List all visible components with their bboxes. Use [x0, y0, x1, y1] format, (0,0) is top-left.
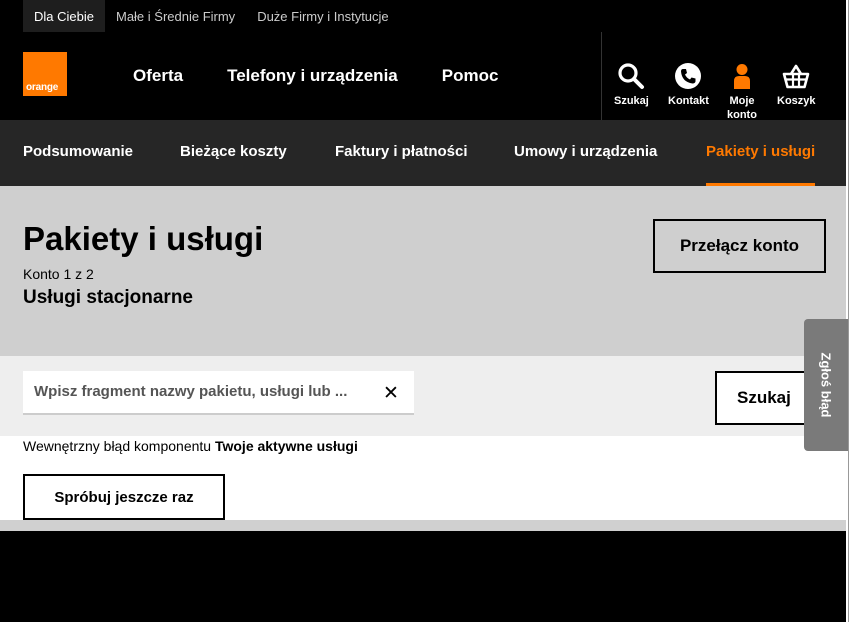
error-message: Wewnętrzny błąd komponentu Twoje aktywne…: [23, 438, 358, 454]
nav-help[interactable]: Pomoc: [442, 66, 499, 86]
contact-utility-label: Kontakt: [668, 95, 709, 107]
search-button[interactable]: Szukaj: [715, 371, 815, 425]
search-icon: [618, 63, 645, 89]
account-counter: Konto 1 z 2: [23, 266, 94, 282]
search-field: ✕: [23, 371, 414, 415]
subnav-packages-services[interactable]: Pakiety i usługi: [706, 120, 816, 186]
basket-icon: [782, 64, 810, 89]
phone-icon: [675, 63, 702, 89]
search-section: ✕ Szukaj: [0, 356, 856, 436]
subnav-contracts-devices[interactable]: Umowy i urządzenia: [514, 120, 657, 186]
search-input[interactable]: [34, 383, 369, 400]
logo-text: orange: [26, 82, 59, 93]
subnav-summary[interactable]: Podsumowanie: [23, 120, 133, 186]
contact-utility[interactable]: Kontakt: [668, 62, 709, 108]
segment-strip: Dla Ciebie Małe i Średnie Firmy Duże Fir…: [0, 0, 856, 32]
error-component-name: Twoje aktywne usługi: [214, 438, 358, 454]
my-account-line1: Moje: [729, 95, 755, 107]
segment-tab-enterprise[interactable]: Duże Firmy i Instytucje: [246, 0, 399, 32]
account-subnav: Podsumowanie Bieżące koszty Faktury i pł…: [0, 120, 856, 186]
report-bug-label: Zgłoś błąd: [818, 352, 834, 418]
retry-button[interactable]: Spróbuj jeszcze raz: [23, 474, 225, 520]
account-name: Usługi stacjonarne: [23, 287, 193, 308]
section-divider: [0, 520, 856, 531]
user-icon: [733, 64, 750, 89]
page-hero: Pakiety i usługi Konto 1 z 2 Usługi stac…: [0, 186, 856, 356]
clear-icon[interactable]: ✕: [383, 382, 399, 405]
segment-tab-personal[interactable]: Dla Ciebie: [23, 0, 105, 32]
my-account-utility[interactable]: Moje konto: [727, 62, 757, 122]
main-nav: Oferta Telefony i urządzenia Pomoc: [133, 66, 542, 86]
error-prefix: Wewnętrzny błąd komponentu: [23, 438, 212, 454]
search-utility-label: Szukaj: [614, 95, 649, 107]
content-area: Wewnętrzny błąd komponentu Twoje aktywne…: [0, 436, 856, 520]
cart-utility-label: Koszyk: [777, 95, 816, 107]
switch-account-button[interactable]: Przełącz konto: [653, 219, 826, 273]
segment-tab-small-business[interactable]: Małe i Średnie Firmy: [105, 0, 246, 32]
main-header: orange Oferta Telefony i urządzenia Pomo…: [0, 32, 856, 122]
page-title: Pakiety i usługi: [23, 220, 264, 257]
footer-area: [0, 531, 856, 622]
orange-logo[interactable]: orange: [23, 52, 67, 96]
search-utility[interactable]: Szukaj: [614, 62, 649, 108]
subnav-current-costs[interactable]: Bieżące koszty: [180, 120, 287, 186]
nav-offer[interactable]: Oferta: [133, 66, 183, 86]
nav-phones-devices[interactable]: Telefony i urządzenia: [227, 66, 398, 86]
window-edge-line: [848, 0, 849, 622]
subnav-invoices-payments[interactable]: Faktury i płatności: [335, 120, 468, 186]
cart-utility[interactable]: Koszyk: [777, 62, 816, 108]
report-bug-tab[interactable]: Zgłoś błąd: [804, 319, 848, 451]
utility-nav: Szukaj Kontakt Moje konto Koszyk: [601, 32, 856, 122]
